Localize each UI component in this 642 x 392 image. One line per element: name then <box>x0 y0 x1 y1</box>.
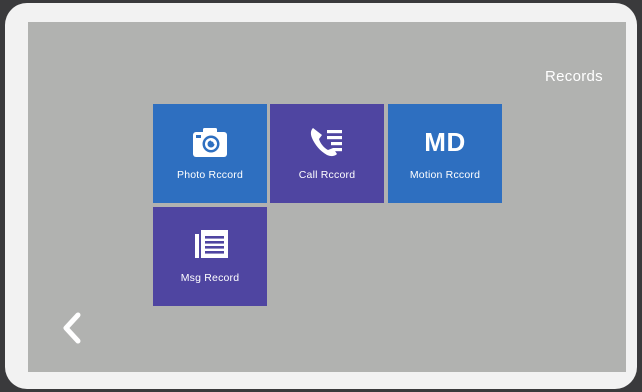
md-text-icon: MD <box>388 124 502 160</box>
tile-label: Call Rccord <box>298 169 356 181</box>
back-button[interactable] <box>58 310 86 346</box>
phone-list-icon <box>270 124 384 160</box>
screen: Records Photo Rccord Call Rccord MD Moti… <box>28 22 626 372</box>
motion-record-tile[interactable]: MD Motion Rccord <box>388 104 502 203</box>
chevron-left-icon <box>63 312 81 344</box>
call-record-tile[interactable]: Call Rccord <box>270 104 384 203</box>
photo-record-tile[interactable]: Photo Rccord <box>153 104 267 203</box>
tile-label: Motion Rccord <box>409 169 481 181</box>
message-doc-icon <box>153 227 267 263</box>
page-title: Records <box>545 68 603 85</box>
camera-icon <box>153 124 267 160</box>
tile-label: Photo Rccord <box>176 169 243 181</box>
msg-record-tile[interactable]: Msg Record <box>153 207 267 306</box>
md-icon-text: MD <box>424 127 466 157</box>
tile-label: Msg Record <box>180 272 240 284</box>
